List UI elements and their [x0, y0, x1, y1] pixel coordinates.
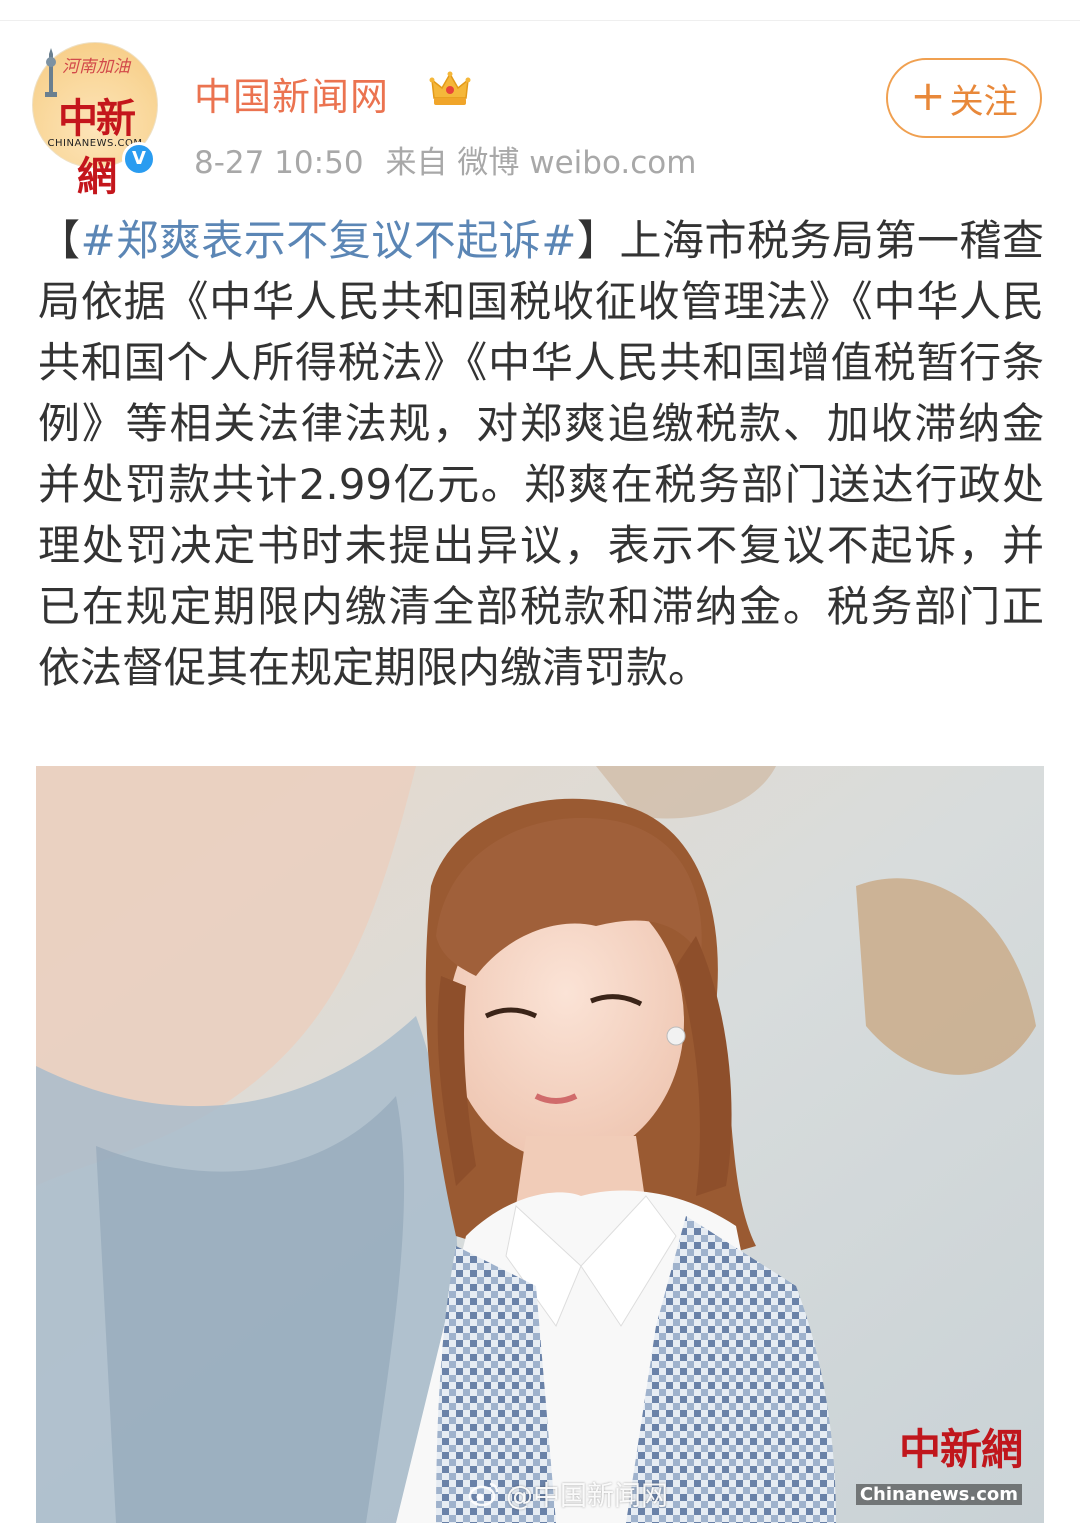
crown-icon: [429, 71, 471, 105]
post-text-body: 】上海市税务局第一稽查局依据《中华人民共和国税收征收管理法》《中华人民共和国个人…: [38, 216, 1044, 692]
watermark-site: Chinanews.com: [855, 1484, 1022, 1505]
post-text: 【#郑爽表示不复议不起诉#】上海市税务局第一稽查局依据《中华人民共和国税收征收管…: [38, 210, 1044, 698]
post-meta: 8-27 10:50 来自 微博 weibo.com: [194, 137, 718, 182]
top-strip: [0, 0, 1080, 21]
post-photo[interactable]: 中新網 Chinanews.com @中国新闻网: [36, 766, 1044, 1523]
post-text-open: 【: [38, 216, 81, 265]
weibo-watermark-text: @中国新闻网: [506, 1481, 668, 1512]
verified-v-icon: V: [122, 142, 156, 176]
post-source[interactable]: 来自 微博 weibo.com: [386, 145, 697, 181]
follow-label: 关注: [949, 81, 1018, 122]
post-time: 8-27 10:50: [194, 145, 364, 181]
plus-icon: +: [910, 71, 946, 120]
hashtag-link[interactable]: #郑爽表示不复议不起诉#: [81, 216, 577, 265]
watermark-logo: 中新網: [898, 1425, 1023, 1474]
avatar[interactable]: 河南加油 中新網 CHINANEWS.COM V: [32, 42, 158, 200]
follow-button[interactable]: + 关注: [886, 58, 1042, 138]
weibo-watermark: @中国新闻网: [468, 1474, 668, 1513]
avatar-banner: 河南加油: [62, 57, 130, 77]
weibo-logo-icon: [468, 1482, 499, 1506]
username[interactable]: 中国新闻网: [194, 66, 389, 121]
photo-illustration: [36, 766, 1044, 1523]
